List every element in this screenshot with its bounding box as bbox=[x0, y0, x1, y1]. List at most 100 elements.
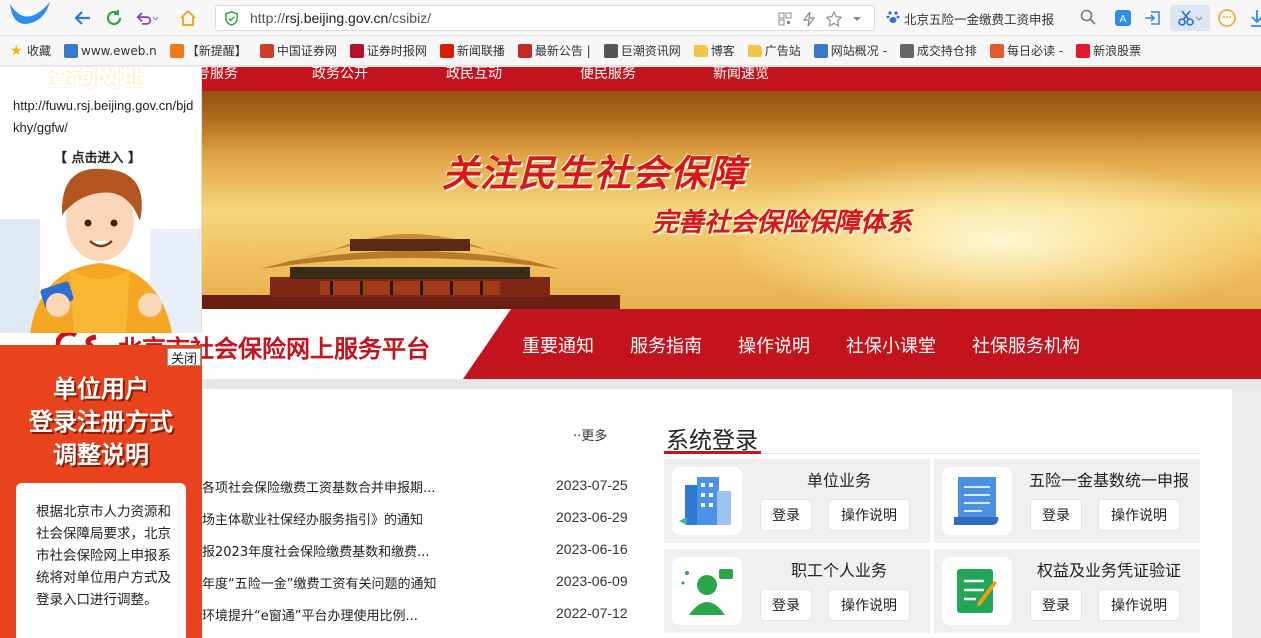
lightning-icon[interactable] bbox=[802, 11, 816, 27]
browser-toolbar: http://rsj.beijing.gov.cn/csibiz/ 北京五险一金… bbox=[0, 0, 1261, 36]
site-icon bbox=[259, 43, 274, 58]
login-card-unit: 单位业务 登录 操作说明 bbox=[664, 459, 930, 543]
top-nav-item-2[interactable]: 政民互动 bbox=[446, 67, 502, 83]
bookmark-item[interactable]: 证券时报网 bbox=[349, 42, 427, 59]
declare-login-button[interactable]: 登录 bbox=[1030, 499, 1082, 531]
bookmark-item[interactable]: 博客 bbox=[693, 42, 735, 59]
main-nav-item-4[interactable]: 社保服务机构 bbox=[972, 332, 1080, 358]
top-nav-item-0[interactable]: 号服务 bbox=[196, 67, 238, 83]
chart-icon bbox=[813, 43, 828, 58]
query-ad-heading: 查询网址 bbox=[48, 67, 145, 92]
news-title[interactable]: 各项社会保险缴费工资基数合并申报期... bbox=[202, 477, 435, 496]
news-date: 2022-07-12 bbox=[556, 605, 628, 621]
bookmark-label: 每日必读 - bbox=[1006, 44, 1064, 58]
unit-guide-button[interactable]: 操作说明 bbox=[828, 499, 910, 531]
verify-guide-button[interactable]: 操作说明 bbox=[1098, 589, 1180, 621]
doc-icon bbox=[603, 43, 618, 58]
browser-logo-icon[interactable] bbox=[4, 0, 56, 28]
bookmark-label: 成交持仓排 bbox=[916, 44, 977, 58]
folder-icon bbox=[747, 44, 762, 57]
bookmark-label: 【新提醒】 bbox=[186, 44, 247, 58]
news-title[interactable]: 环境提升“e窗通”平台办理使用比例... bbox=[202, 605, 418, 624]
shield-check-icon bbox=[225, 11, 238, 26]
login-section-title: 系统登录 bbox=[666, 428, 758, 454]
notice-ad-heading-line-1: 单位用户 bbox=[53, 375, 149, 403]
search-icon[interactable] bbox=[1080, 9, 1096, 25]
news-title[interactable]: 场主体歇业社保经办服务指引》的通知 bbox=[202, 509, 423, 528]
arrow-left-icon bbox=[74, 11, 90, 25]
bookmark-item[interactable]: 【新提醒】 bbox=[169, 42, 247, 59]
bookmark-item[interactable]: 最新公告 | bbox=[517, 42, 591, 59]
url-path: /csibiz/ bbox=[388, 10, 432, 26]
ad-close-button[interactable]: 关闭 bbox=[167, 348, 201, 367]
main-nav-item-3[interactable]: 社保小课堂 bbox=[846, 332, 936, 358]
news-title[interactable]: 报2023年度社会保险缴费基数和缴费... bbox=[202, 541, 429, 560]
unit-login-button[interactable]: 登录 bbox=[760, 499, 812, 531]
download-button[interactable] bbox=[1244, 5, 1261, 31]
login-card-declare: 五险一金基数统一申报 登录 操作说明 bbox=[934, 459, 1200, 543]
banner-slogan-sub: 完善社会保险保障体系 bbox=[652, 208, 913, 238]
banner-slogan-main: 关注民生社会保障 bbox=[442, 151, 746, 195]
news-date: 2023-06-16 bbox=[556, 541, 628, 557]
main-nav-item-0[interactable]: 重要通知 bbox=[522, 332, 594, 358]
main-nav-item-2[interactable]: 操作说明 bbox=[738, 332, 810, 358]
top-nav-item-3[interactable]: 便民服务 bbox=[580, 67, 636, 83]
folder-icon bbox=[693, 44, 708, 57]
emoji-button[interactable] bbox=[1214, 5, 1240, 31]
chevron-down-icon[interactable] bbox=[852, 14, 862, 24]
bookmark-item[interactable]: 广告站 bbox=[747, 42, 801, 59]
bookmark-item[interactable]: 中国证券网 bbox=[259, 42, 337, 59]
declare-guide-button[interactable]: 操作说明 bbox=[1098, 499, 1180, 531]
notice-ad-text: 根据北京市人力资源和社会保障局要求，北京市社会保险网上申报系统将对单位用户方式及… bbox=[36, 504, 171, 608]
news-title[interactable]: 年度“五险一金”缴费工资有关问题的通知 bbox=[202, 573, 436, 592]
star-outline-icon[interactable] bbox=[826, 11, 842, 27]
top-nav-item-4[interactable]: 新闻速览 bbox=[713, 67, 769, 83]
bookmark-item[interactable]: 成交持仓排 bbox=[899, 42, 977, 59]
refresh-button[interactable] bbox=[103, 7, 125, 29]
verify-login-button[interactable]: 登录 bbox=[1030, 589, 1082, 621]
qr-code-icon[interactable] bbox=[778, 12, 792, 26]
query-url-ad[interactable]: 查询网址 http://fuwu.rsj.beijing.gov.cn/bjdk… bbox=[0, 67, 202, 333]
refresh-icon bbox=[106, 10, 122, 26]
search-bar[interactable]: 北京五险一金缴费工资申报 bbox=[880, 5, 1100, 31]
bookmark-item[interactable]: www.eweb.n bbox=[64, 43, 157, 58]
personal-guide-button[interactable]: 操作说明 bbox=[828, 589, 910, 621]
bookmark-item[interactable]: 每日必读 - bbox=[989, 42, 1064, 59]
undo-button[interactable] bbox=[136, 7, 158, 29]
bookmark-item[interactable]: ★ 收藏 bbox=[10, 42, 51, 59]
download-icon bbox=[1251, 10, 1261, 27]
search-input[interactable]: 北京五险一金缴费工资申报 bbox=[904, 9, 1054, 28]
translate-button[interactable]: A bbox=[1110, 5, 1136, 31]
login-card-declare-title: 五险一金基数统一申报 bbox=[1028, 471, 1189, 490]
main-nav: 重要通知 服务指南 操作说明 社保小课堂 社保服务机构 bbox=[463, 309, 1261, 379]
bookmark-item[interactable]: 网站概况 - bbox=[813, 42, 887, 59]
bookmark-item[interactable]: 新闻联播 bbox=[439, 42, 505, 59]
bookmark-label: 巨潮资讯网 bbox=[620, 44, 681, 58]
back-button[interactable] bbox=[72, 7, 94, 29]
site-icon bbox=[169, 43, 184, 58]
query-ad-url[interactable]: http://fuwu.rsj.beijing.gov.cn/bjdkhy/gg… bbox=[13, 95, 199, 139]
news-more-link[interactable]: ··更多 bbox=[573, 425, 607, 444]
login-card-personal: 职工个人业务 登录 操作说明 bbox=[664, 549, 930, 633]
bookmark-item[interactable]: 新浪股票 bbox=[1076, 42, 1141, 59]
personal-login-button[interactable]: 登录 bbox=[760, 589, 812, 621]
scissors-button[interactable] bbox=[1170, 5, 1210, 31]
top-nav-item-1[interactable]: 政务公开 bbox=[312, 67, 368, 83]
bookmark-label: 新闻联播 bbox=[456, 44, 505, 58]
translate-icon: A bbox=[1115, 10, 1131, 26]
notice-ad-heading-line-2: 登录注册方式 bbox=[29, 408, 173, 436]
login-button[interactable] bbox=[1140, 5, 1166, 31]
home-button[interactable] bbox=[177, 7, 199, 29]
weibo-icon bbox=[1076, 43, 1091, 58]
main-nav-item-1[interactable]: 服务指南 bbox=[630, 332, 702, 358]
notice-ad[interactable]: 关闭 单位用户 登录注册方式 调整说明 根据北京市人力资源和社会保障局要求，北京… bbox=[0, 345, 202, 638]
bookmark-label: 网站概况 - bbox=[830, 44, 887, 58]
building-icon bbox=[672, 467, 742, 535]
address-bar[interactable]: http://rsj.beijing.gov.cn/csibiz/ bbox=[215, 5, 875, 31]
bookmark-item[interactable]: 巨潮资讯网 bbox=[603, 42, 681, 59]
login-card-verify-title: 权益及业务凭证验证 bbox=[1036, 561, 1181, 580]
bookmark-label: 博客 bbox=[710, 44, 735, 58]
certificate-icon bbox=[942, 557, 1012, 625]
news-date: 2023-06-09 bbox=[556, 573, 628, 589]
svg-text:A: A bbox=[1120, 14, 1127, 25]
